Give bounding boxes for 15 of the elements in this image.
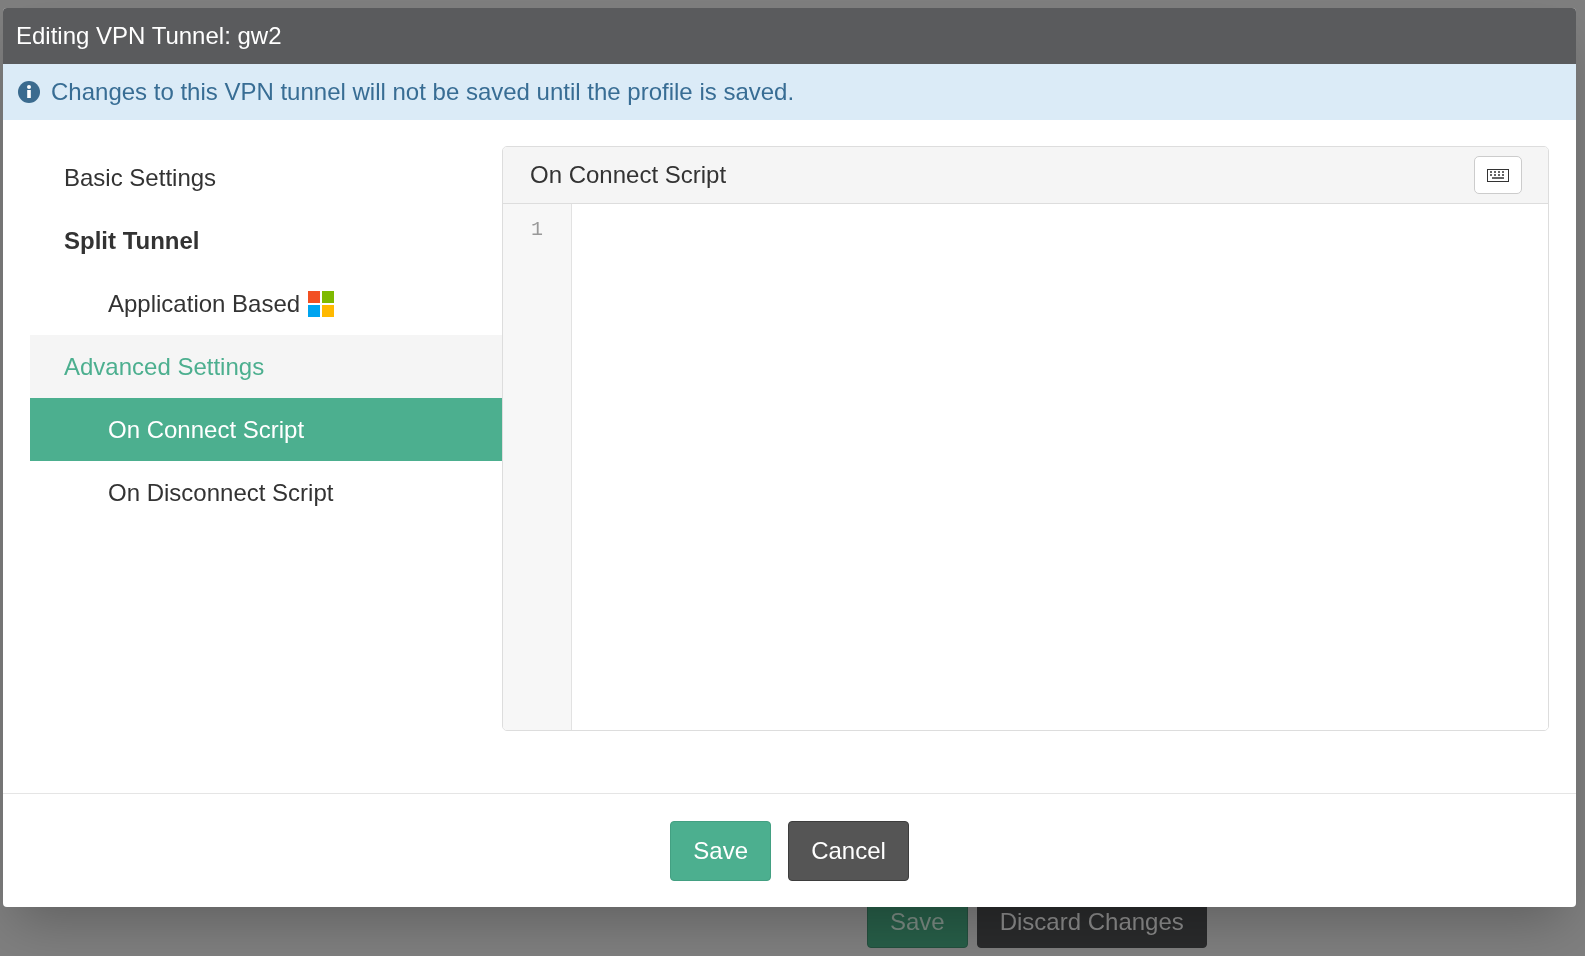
line-number: 1 <box>531 217 543 243</box>
nav-heading: Split Tunnel <box>63 225 201 256</box>
nav-item[interactable]: Advanced Settings <box>30 335 502 398</box>
dialog-button[interactable]: Save <box>670 820 772 881</box>
nav-subitem[interactable]: On Disconnect Script <box>30 461 502 524</box>
nav-item[interactable]: Basic Settings <box>30 146 502 209</box>
dialog-button[interactable]: Cancel <box>788 820 909 881</box>
keyboard-button[interactable] <box>1474 156 1522 194</box>
nav-subitem[interactable]: On Connect Script <box>30 398 502 461</box>
info-icon <box>18 81 40 103</box>
keyboard-icon <box>1487 168 1509 182</box>
nav-subitem[interactable]: Application Based <box>30 272 502 335</box>
dialog-title: Editing VPN Tunnel: gw2 <box>16 21 282 51</box>
panel-title: On Connect Script <box>530 160 727 190</box>
alert-message: Changes to this VPN tunnel will not be saved until the profile is saved. <box>51 77 795 107</box>
